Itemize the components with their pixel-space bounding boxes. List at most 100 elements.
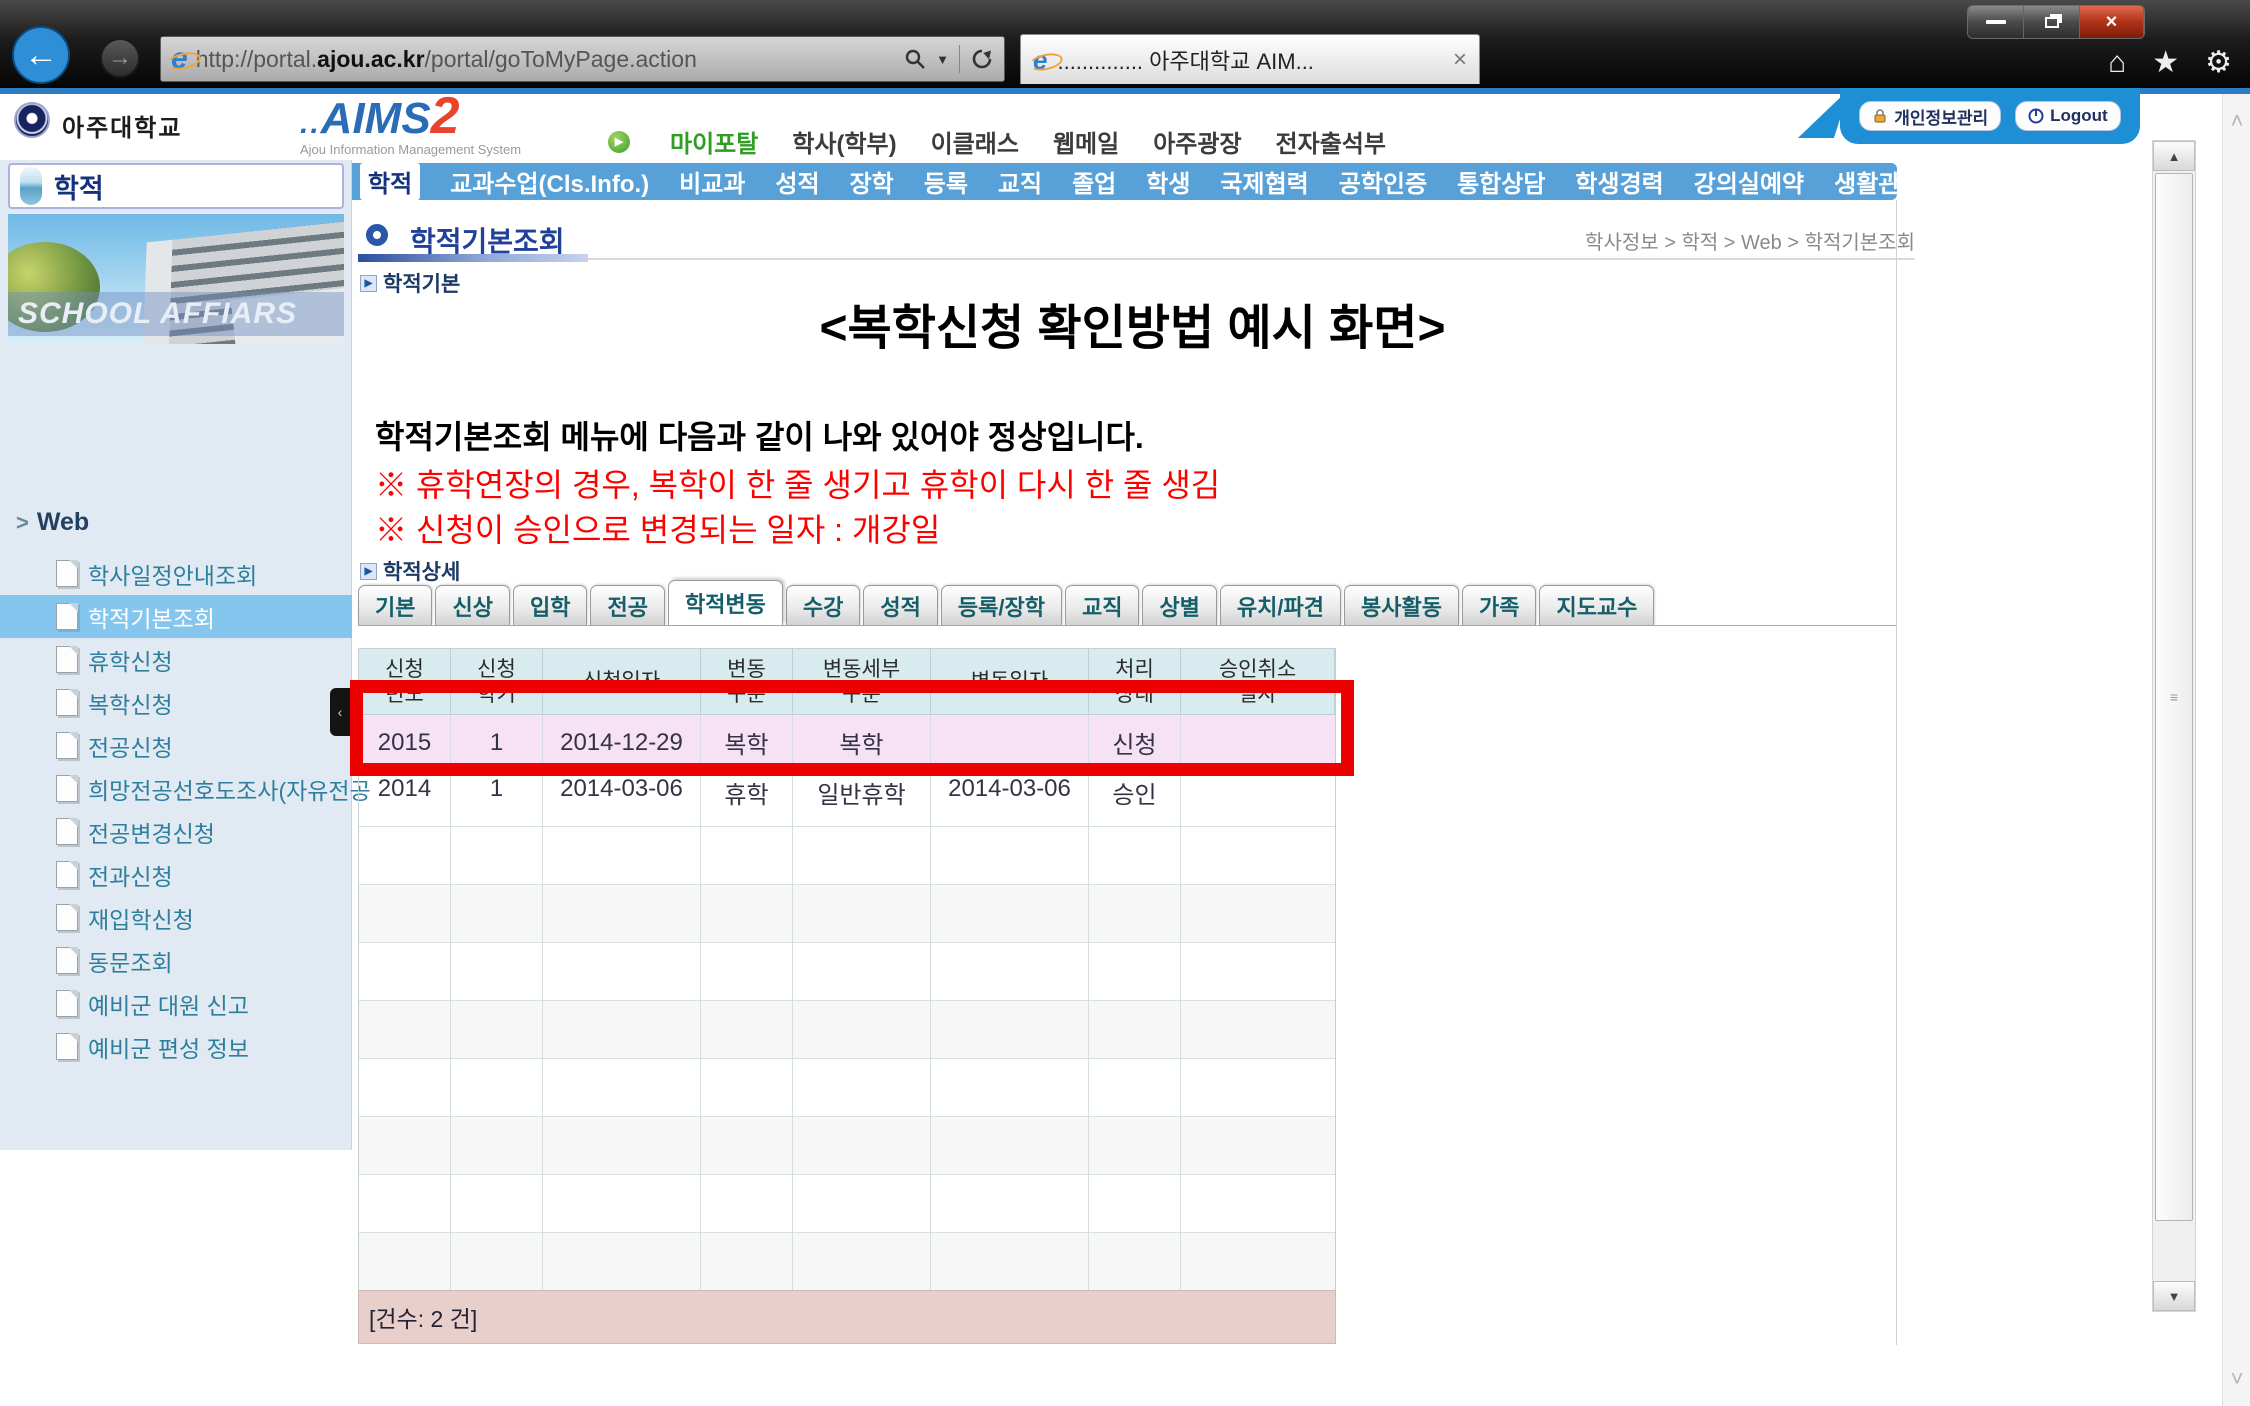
aims-logo: ..AIMS2 Ajou Information Management Syst… <box>300 96 570 157</box>
sidebar-collapse-handle[interactable]: ‹ <box>330 688 350 736</box>
favorites-star-icon[interactable]: ★ <box>2152 48 2179 78</box>
scrollbar-up-button[interactable]: ▲ <box>2153 141 2195 171</box>
menu-dorm[interactable]: 생활관(Dorm.) <box>1834 164 1986 199</box>
table-row-2014[interactable]: 2014 1 2014-03-06 휴학 일반휴학 2014-03-06 승인 <box>359 771 1335 827</box>
capsule-icon <box>20 167 42 205</box>
tab-admission[interactable]: 입학 <box>513 585 587 625</box>
tab-volunteer[interactable]: 봉사활동 <box>1344 585 1459 625</box>
menu-extracurricular[interactable]: 비교과 <box>679 164 745 199</box>
tab-major[interactable]: 전공 <box>590 585 664 625</box>
tree-root-label: Web <box>37 508 89 536</box>
home-icon[interactable]: ⌂ <box>2108 48 2126 78</box>
section-arrow-icon: ▶ <box>360 563 377 580</box>
scrollbar-thumb[interactable]: ≡ <box>2155 173 2193 1221</box>
sidebar-item-academic-calendar[interactable]: 학사일정안내조회 <box>0 552 352 595</box>
tab-close-icon[interactable]: × <box>1453 46 1467 74</box>
menu-courses[interactable]: 교과수업(Cls.Info.) <box>450 164 649 199</box>
sidebar-item-transfer[interactable]: 전과신청 <box>0 853 352 896</box>
sidebar-item-readmission[interactable]: 재입학신청 <box>0 896 352 939</box>
menu-engineering-cert[interactable]: 공학인증 <box>1339 164 1427 199</box>
menu-registration[interactable]: 등록 <box>924 164 968 199</box>
sidebar-item-reserve-info[interactable]: 예비군 편성 정보 <box>0 1025 352 1068</box>
tab-discipline[interactable]: 상별 <box>1142 585 1216 625</box>
breadcrumb: 학사정보 > 학적 > Web > 학적기본조회 <box>1585 226 1915 255</box>
restore-button[interactable] <box>2024 6 2080 38</box>
sidebar-item-major-preference[interactable]: 희망전공선호도조사(자유전공 <box>0 767 352 810</box>
search-dropdown-icon[interactable]: ▼ <box>936 52 949 67</box>
scrollbar-down-button[interactable]: ▼ <box>2153 1281 2195 1311</box>
privacy-button[interactable]: 개인정보관리 <box>1859 101 2001 131</box>
sidebar-item-record-basic-selected[interactable]: 학적기본조회 <box>0 595 352 638</box>
nav-myportal[interactable]: 마이포탈 <box>670 124 758 159</box>
sidebar-item-label: 동문조회 <box>88 944 173 978</box>
title-underline <box>358 252 1915 260</box>
browser-scrollbar[interactable]: ˄ ˅ <box>2222 94 2250 1406</box>
sidebar-item-reserve-report[interactable]: 예비군 대원 신고 <box>0 982 352 1025</box>
note-red-2: ※ 신청이 승인으로 변경되는 일자 : 개강일 <box>375 505 940 551</box>
address-bar[interactable]: e http://portal.ajou.ac.kr/portal/goToMy… <box>160 36 1005 82</box>
menu-grades[interactable]: 성적 <box>775 164 819 199</box>
tab-registration-scholarship[interactable]: 등록/장학 <box>941 585 1062 625</box>
sidebar-item-major-change[interactable]: 전공변경신청 <box>0 810 352 853</box>
school-affairs-photo: SCHOOL AFFIARS <box>8 214 344 344</box>
sidebar-item-alumni[interactable]: 동문조회 <box>0 939 352 982</box>
tab-dispatch[interactable]: 유치/파견 <box>1220 585 1341 625</box>
browser-tab[interactable]: e .............. 아주대학교 AIM... × <box>1020 34 1480 84</box>
session-button-bar: 개인정보관리 Logout <box>1840 88 2140 144</box>
content-scrollbar[interactable]: ▲ ≡ ▼ <box>2152 140 2196 1312</box>
cell: 승인 <box>1089 771 1181 827</box>
logout-button[interactable]: Logout <box>2015 101 2121 131</box>
sidebar-item-leave-apply[interactable]: 휴학신청 <box>0 638 352 681</box>
nav-haksa[interactable]: 학사(학부) <box>792 124 896 159</box>
menu-counseling[interactable]: 통합상담 <box>1457 164 1545 199</box>
nav-eclass[interactable]: 이클래스 <box>931 124 1019 159</box>
menu-student[interactable]: 학생 <box>1146 164 1190 199</box>
tab-teaching[interactable]: 교직 <box>1065 585 1139 625</box>
menu-graduation[interactable]: 졸업 <box>1072 164 1116 199</box>
menu-scholarship[interactable]: 장학 <box>850 164 894 199</box>
nav-ajou-plaza[interactable]: 아주광장 <box>1153 124 1241 159</box>
main-menubar: 학적 교과수업(Cls.Info.) 비교과 성적 장학 등록 교직 졸업 학생… <box>352 163 1897 200</box>
tab-enrollment[interactable]: 수강 <box>786 585 860 625</box>
browser-scroll-down-icon[interactable]: ˅ <box>2223 1366 2250 1392</box>
nav-attendance[interactable]: 전자출석부 <box>1276 124 1386 159</box>
refresh-icon[interactable] <box>970 47 994 71</box>
sidebar-item-label: 전공변경신청 <box>88 815 215 849</box>
menu-basic-education[interactable]: 기초교육대학 <box>2016 164 2148 199</box>
sidebar-item-return-apply[interactable]: 복학신청 <box>0 681 352 724</box>
minimize-button[interactable] <box>1968 6 2024 38</box>
menu-room-reservation[interactable]: 강의실예약 <box>1694 164 1804 199</box>
tab-grades[interactable]: 성적 <box>863 585 937 625</box>
back-button[interactable]: ← <box>12 26 70 84</box>
sidebar-item-major-apply[interactable]: 전공신청 <box>0 724 352 767</box>
ie-icon: e <box>171 44 188 74</box>
tab-advisor[interactable]: 지도교수 <box>1539 585 1654 625</box>
tab-family[interactable]: 가족 <box>1462 585 1536 625</box>
play-icon: ▶ <box>608 131 630 153</box>
nav-webmail[interactable]: 웹메일 <box>1053 124 1119 159</box>
menu-career[interactable]: 학생경력 <box>1575 164 1663 199</box>
browser-scroll-up-icon[interactable]: ˄ <box>2223 108 2250 134</box>
settings-gear-icon[interactable]: ⚙ <box>2205 48 2232 78</box>
close-button[interactable]: × <box>2080 6 2144 38</box>
note-bold: 학적기본조회 메뉴에 다음과 같이 나와 있어야 정상입니다. <box>375 412 1144 458</box>
tab-record-change-active[interactable]: 학적변동 <box>668 580 783 625</box>
cell: 2014-03-06 <box>543 771 701 827</box>
document-icon <box>56 646 78 673</box>
tree-caret-icon: > <box>16 510 29 535</box>
document-icon <box>56 560 78 587</box>
minimize-icon <box>1986 20 2006 24</box>
forward-button[interactable]: → <box>100 38 140 78</box>
search-icon[interactable] <box>904 48 926 70</box>
sidebar-item-label: 희망전공선호도조사(자유전공 <box>88 772 371 806</box>
sidebar-item-label: 재입학신청 <box>88 901 194 935</box>
url-text[interactable]: http://portal.ajou.ac.kr/portal/goToMyPa… <box>196 46 896 73</box>
menu-international[interactable]: 국제협력 <box>1220 164 1308 199</box>
menu-hakjeok[interactable]: 학적 <box>360 163 420 200</box>
tab-personal[interactable]: 신상 <box>435 585 509 625</box>
menu-teaching[interactable]: 교직 <box>998 164 1042 199</box>
record-count-bar: [건수: 2 건] <box>358 1290 1336 1344</box>
tree-root[interactable]: > Web <box>16 508 89 537</box>
document-icon <box>56 689 78 716</box>
tab-basic[interactable]: 기본 <box>358 585 432 625</box>
